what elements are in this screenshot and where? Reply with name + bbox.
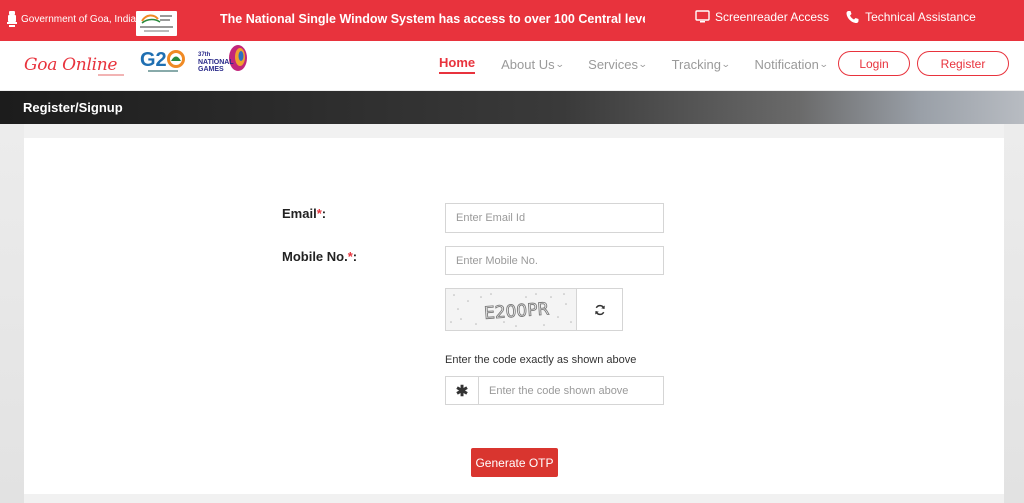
national-games-logo: 37th NATIONAL GAMES bbox=[198, 45, 247, 73]
svg-text:37th: 37th bbox=[198, 52, 211, 58]
required-mark: * bbox=[347, 249, 353, 264]
svg-text:NATIONAL: NATIONAL bbox=[198, 59, 234, 66]
screenreader-access-link[interactable]: Screenreader Access bbox=[715, 10, 829, 24]
nav-services[interactable]: Services ⌄ bbox=[588, 55, 648, 74]
captcha-refresh-button[interactable] bbox=[576, 289, 623, 330]
mobile-label-text: Mobile No. bbox=[282, 249, 348, 264]
captcha-box: E200PR bbox=[445, 288, 623, 331]
government-label: Government of Goa, India bbox=[21, 14, 137, 25]
main-navigation: Home About Us ⌄ Services ⌄ Tracking ⌄ No… bbox=[439, 55, 852, 74]
email-label-text: Email bbox=[282, 206, 317, 221]
nav-home[interactable]: Home bbox=[439, 55, 476, 74]
government-emblem-icon bbox=[7, 11, 17, 27]
register-button[interactable]: Register bbox=[917, 51, 1009, 76]
captcha-input-group: ✱ bbox=[445, 376, 664, 405]
site-header: Goa Online G2 37th NATIONAL GAMES Home A… bbox=[0, 41, 1024, 91]
generate-otp-button[interactable]: Generate OTP bbox=[471, 448, 558, 477]
azadi-ka-amrit-mahotsav-logo bbox=[136, 11, 177, 36]
brand-underline-mark bbox=[98, 74, 124, 76]
background-left bbox=[0, 124, 24, 503]
monitor-icon bbox=[695, 10, 710, 23]
nav-tracking[interactable]: Tracking ⌄ bbox=[671, 55, 731, 74]
mobile-label: Mobile No.*: bbox=[282, 249, 358, 264]
phone-icon bbox=[846, 11, 859, 23]
refresh-icon bbox=[595, 304, 605, 315]
top-bar: Government of Goa, India The National Si… bbox=[0, 0, 1024, 41]
announcement-text: The National Single Window System has ac… bbox=[220, 12, 645, 26]
nav-about-us[interactable]: About Us ⌄ bbox=[501, 55, 565, 74]
login-button[interactable]: Login bbox=[838, 51, 910, 76]
announcement-marquee: The National Single Window System has ac… bbox=[220, 12, 645, 26]
svg-text:GAMES: GAMES bbox=[198, 66, 224, 73]
background-right bbox=[1004, 124, 1024, 503]
technical-assistance-link[interactable]: Technical Assistance bbox=[865, 10, 976, 24]
required-mark: * bbox=[316, 206, 322, 221]
email-label: Email*: bbox=[282, 206, 327, 221]
page-title: Register/Signup bbox=[23, 100, 123, 115]
chevron-down-icon: ⌄ bbox=[554, 59, 565, 69]
svg-text:G2: G2 bbox=[140, 49, 167, 71]
nav-notification-label: Notification bbox=[754, 57, 819, 72]
nav-about-us-label: About Us bbox=[501, 57, 555, 72]
chevron-down-icon: ⌄ bbox=[818, 59, 829, 69]
nav-tracking-label: Tracking bbox=[671, 57, 721, 72]
chevron-down-icon: ⌄ bbox=[637, 59, 648, 69]
chevron-down-icon: ⌄ bbox=[720, 59, 731, 69]
email-field[interactable] bbox=[445, 203, 664, 233]
page-banner: Register/Signup bbox=[0, 91, 1024, 124]
mobile-field[interactable] bbox=[445, 246, 664, 275]
captcha-hint: Enter the code exactly as shown above bbox=[445, 354, 637, 366]
g20-logo: G2 bbox=[140, 49, 185, 72]
captcha-code-input[interactable] bbox=[479, 377, 663, 404]
nav-services-label: Services bbox=[588, 57, 639, 72]
asterisk-icon: ✱ bbox=[446, 377, 479, 404]
nav-notification[interactable]: Notification ⌄ bbox=[754, 55, 829, 74]
captcha-image: E200PR bbox=[446, 289, 576, 330]
nav-home-label: Home bbox=[439, 55, 476, 70]
captcha-text: E200PR bbox=[483, 299, 550, 324]
